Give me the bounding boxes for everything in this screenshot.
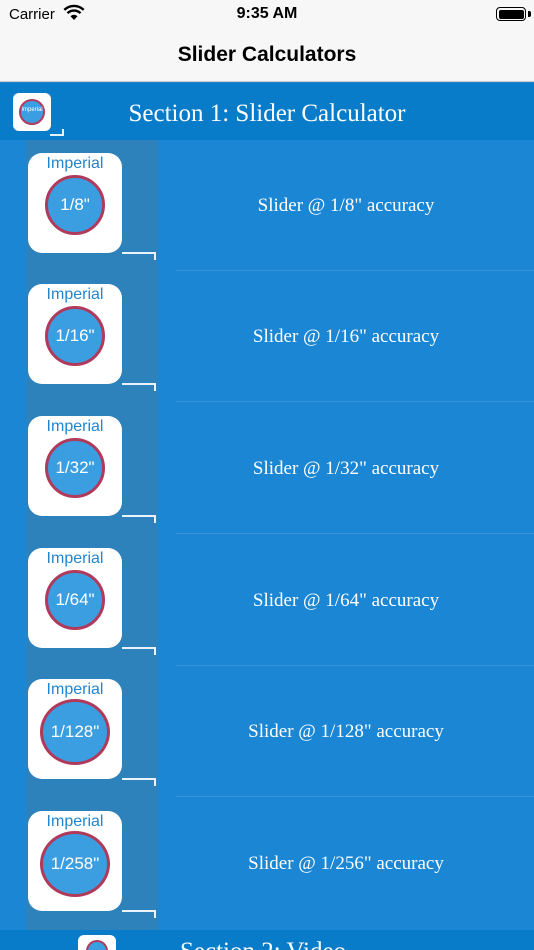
video-section-icon bbox=[78, 935, 116, 950]
slider-row-1-64[interactable]: Imperial 1/64" Slider @ 1/64" accuracy bbox=[0, 535, 534, 666]
section-2-title: Section 2: Video bbox=[180, 938, 346, 950]
battery-nub bbox=[528, 11, 531, 17]
badge-value: 1/8" bbox=[60, 195, 90, 214]
row-label: Slider @ 1/256" accuracy bbox=[248, 853, 444, 874]
badge-circle: 1/64" bbox=[45, 570, 105, 630]
slider-row-1-16[interactable]: Imperial 1/16" Slider @ 1/16" accuracy bbox=[0, 271, 534, 402]
imperial-badge-icon: Imperial 1/258" bbox=[28, 811, 122, 911]
badge-circle: 1/258" bbox=[40, 831, 110, 897]
section-1-title: Section 1: Slider Calculator bbox=[128, 100, 406, 127]
imperial-badge-icon: Imperial 1/16" bbox=[28, 284, 122, 384]
slider-row-1-32[interactable]: Imperial 1/32" Slider @ 1/32" accuracy bbox=[0, 403, 534, 534]
corner-bracket bbox=[122, 515, 156, 523]
page-title: Slider Calculators bbox=[177, 43, 357, 66]
row-label: Slider @ 1/32" accuracy bbox=[252, 458, 440, 479]
status-bar: Carrier 9:35 AM bbox=[0, 0, 534, 30]
badge-value: 1/128" bbox=[50, 722, 100, 741]
badge-value: 1/16" bbox=[55, 326, 95, 345]
battery-icon bbox=[496, 7, 526, 21]
section-1-header: Imperial Section 1: Slider Calculator bbox=[0, 83, 534, 140]
slider-row-1-256[interactable]: Imperial 1/258" Slider @ 1/256" accuracy bbox=[0, 798, 534, 929]
badge-label: Imperial bbox=[46, 286, 104, 303]
slider-row-1-128[interactable]: Imperial 1/128" Slider @ 1/128" accuracy bbox=[0, 666, 534, 797]
imperial-badge-icon: Imperial 1/64" bbox=[28, 548, 122, 648]
corner-bracket bbox=[122, 383, 156, 391]
icon-circle bbox=[86, 940, 108, 950]
clock: 9:35 AM bbox=[236, 5, 298, 22]
imperial-badge-icon: Imperial 1/32" bbox=[28, 416, 122, 516]
navigation-bar: Slider Calculators bbox=[0, 30, 534, 82]
corner-bracket bbox=[122, 252, 156, 260]
corner-bracket bbox=[122, 910, 156, 918]
imperial-badge-icon: Imperial 1/128" bbox=[28, 679, 122, 779]
badge-label: Imperial bbox=[46, 418, 104, 435]
row-divider bbox=[176, 796, 534, 797]
badge-circle: 1/8" bbox=[45, 175, 105, 235]
row-label: Slider @ 1/64" accuracy bbox=[252, 590, 440, 611]
slider-row-1-8[interactable]: Imperial 1/8" Slider @ 1/8" accuracy bbox=[0, 140, 534, 271]
section-2-header: Section 2: Video bbox=[0, 930, 534, 950]
row-label: Slider @ 1/128" accuracy bbox=[248, 721, 444, 742]
imperial-badge-icon: Imperial 1/8" bbox=[28, 153, 122, 253]
badge-label: Imperial bbox=[46, 681, 104, 698]
slider-list: Imperial 1/8" Slider @ 1/8" accuracy Imp… bbox=[0, 140, 534, 930]
row-label: Slider @ 1/16" accuracy bbox=[252, 326, 440, 347]
badge-label: Imperial bbox=[46, 813, 104, 830]
corner-bracket bbox=[50, 129, 64, 136]
badge-value: 1/32" bbox=[55, 458, 95, 477]
badge-value: 1/258" bbox=[50, 854, 100, 873]
badge-label: Imperial bbox=[46, 550, 104, 567]
badge-label: Imperial bbox=[46, 155, 104, 172]
corner-bracket bbox=[122, 778, 156, 786]
badge-circle: 1/128" bbox=[40, 699, 110, 765]
row-divider bbox=[176, 533, 534, 534]
row-label: Slider @ 1/8" accuracy bbox=[257, 195, 435, 216]
badge-value: 1/64" bbox=[55, 590, 95, 609]
badge-circle: 1/16" bbox=[45, 306, 105, 366]
badge-circle: 1/32" bbox=[45, 438, 105, 498]
row-divider bbox=[176, 401, 534, 402]
corner-bracket bbox=[122, 647, 156, 655]
